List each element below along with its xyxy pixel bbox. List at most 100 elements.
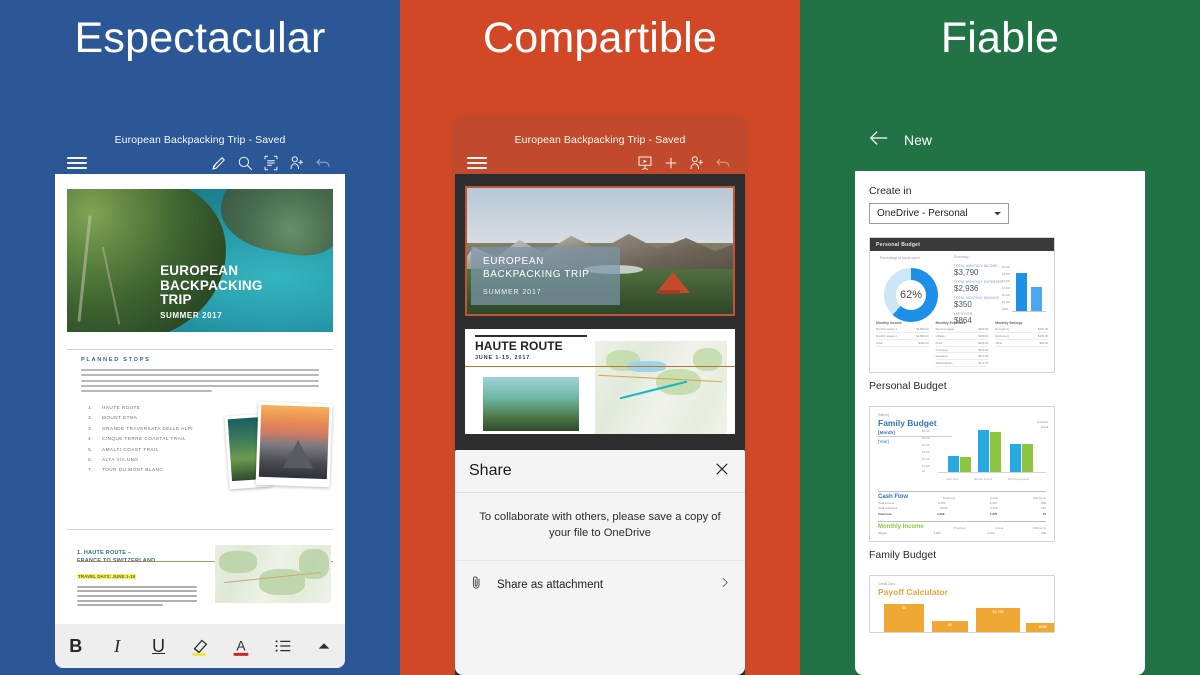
section-header: Monthly Income (878, 524, 924, 530)
ink-pen-icon[interactable] (206, 150, 232, 176)
thumb-title: Payoff Calculator (878, 587, 948, 597)
section-header: Cash Flow (878, 494, 909, 500)
polaroid-photos (224, 401, 333, 495)
underline-icon[interactable]: U (145, 631, 173, 661)
list-item: 2. MOUNT ETNA (88, 415, 138, 421)
table-row: Monthly wages 1 $1,800.00 (876, 327, 929, 334)
panel-excel: Fiable New Create in OneDrive - Personal (800, 0, 1200, 675)
chevron-up-icon[interactable] (310, 631, 338, 661)
slide-1-title-line2: BACKPACKING TRIP (483, 268, 590, 280)
headline-fiable: Fiable (940, 14, 1060, 62)
list-item: 6. ALTA VIA UNO (88, 456, 139, 462)
thumb-title-bar: Personal Budget (870, 238, 1054, 251)
template-thumbnail: Personal Budget Percentage of funds spen… (869, 237, 1055, 373)
word-document-page[interactable]: EUROPEAN BACKPACKING TRIP SUMMER 2017 PL… (55, 174, 345, 640)
slide-1-title-box: EUROPEAN BACKPACKING TRIP SUMMER 2017 (471, 247, 620, 306)
table-row: Subscriptions $117.00 (935, 361, 989, 367)
word-format-toolbar: B I U A (55, 624, 345, 668)
summary-caption: Summary (954, 255, 969, 259)
document-hero-image: EUROPEAN BACKPACKING TRIP SUMMER 2017 (67, 189, 333, 332)
hero-title-line1: EUROPEAN (160, 263, 239, 279)
slide-1-subtitle: SUMMER 2017 (483, 289, 542, 297)
panel-powerpoint: Compartible European Backpacking Trip - … (400, 0, 800, 675)
share-person-icon[interactable] (684, 150, 710, 176)
undo-icon[interactable] (710, 150, 736, 176)
highlighted-travel-days: TRAVEL DAYS: JUNE 1-15 (77, 574, 137, 580)
bar: $985 (1026, 623, 1054, 632)
excel-new-panel: Create in OneDrive - Personal Personal B… (855, 171, 1145, 675)
search-icon[interactable] (232, 150, 258, 176)
chevron-right-icon (718, 576, 731, 594)
back-arrow-icon[interactable] (868, 127, 890, 154)
template-thumbnail: Credit Card Payoff Calculator $0 $0 $1,7… (869, 575, 1055, 633)
template-thumbnail: [Name] Family Budget [Month] [Year] $7,0… (869, 406, 1055, 542)
bar: $0 (932, 621, 968, 632)
summary-bar-chart: $4,000 $3,500 $3,000 $2,500 $2,000 $1,500 $5… (1000, 266, 1048, 320)
phone-word: European Backpacking Trip - Saved EUROPE… (52, 114, 348, 675)
table-row: Monthly wages 2 $1,800.00 (876, 333, 929, 340)
template-family-budget[interactable]: [Name] Family Budget [Month] [Year] $7,0… (869, 406, 1055, 561)
list-item: 4. CINQUE TERRE COASTAL TRAIL (88, 436, 187, 442)
headline-compartible: Compartible (482, 14, 718, 62)
share-as-attachment-item[interactable]: Share as attachment (455, 561, 745, 609)
highlighter-icon[interactable] (186, 631, 214, 661)
table-row: Total cost 1,200 1,275 75 (878, 511, 1046, 516)
promo-stage: Espectacular European Backpacking Trip -… (0, 0, 1200, 675)
bold-icon[interactable]: B (62, 631, 90, 661)
paperclip-icon (469, 575, 484, 595)
slide-2[interactable]: HAUTE ROUTE JUNE 1-15, 2017 (465, 329, 735, 434)
template-caption: Personal Budget (869, 380, 947, 392)
hero-title-block: EUROPEAN BACKPACKING TRIP SUMMER 2017 (160, 264, 325, 320)
table-row: Utilities $180.00 (935, 333, 989, 340)
menu-icon[interactable] (464, 150, 490, 176)
table-row: Transport $240.00 (935, 347, 989, 354)
location-dropdown[interactable]: OneDrive - Personal (869, 203, 1009, 224)
donut-chart: 62% (884, 268, 938, 322)
present-icon[interactable] (632, 150, 658, 176)
polaroid-photo-matterhorn (255, 401, 333, 488)
thumb-name: Credit Card (878, 582, 896, 586)
route-map-image (215, 545, 331, 603)
hero-title-line3: TRIP (160, 292, 192, 308)
slide-accent-rule (465, 366, 735, 368)
bar: $1,764 (976, 608, 1020, 632)
share-person-icon[interactable] (284, 150, 310, 176)
table-row: Other $50.00 (995, 340, 1049, 347)
nav-title: New (904, 132, 933, 148)
share-title: Share (469, 462, 512, 479)
template-personal-budget[interactable]: Personal Budget Percentage of funds spen… (869, 237, 1055, 392)
section2-paragraph (77, 585, 197, 607)
italic-icon[interactable]: I (103, 631, 131, 661)
template-caption: Family Budget (869, 549, 937, 561)
slide-1[interactable]: EUROPEAN BACKPACKING TRIP SUMMER 2017 (465, 186, 735, 316)
slide-1-title-line1: EUROPEAN (483, 256, 544, 268)
donut-caption: Percentage of funds spent (880, 256, 920, 260)
monthly-income-section: Monthly Income Projected Actual Differen… (878, 521, 1046, 536)
table-row: Emergency $200.00 (995, 327, 1049, 334)
bullet-list-icon[interactable] (269, 631, 297, 661)
slide-2-title: HAUTE ROUTE (475, 339, 563, 353)
share-sheet-header: Share (455, 450, 745, 493)
table-monthly-income: Monthly Income Monthly wages 1 $1,800.00 … (876, 321, 929, 367)
payoff-bar-chart: $0 $0 $1,764 $985 (880, 600, 1054, 632)
table-header: Monthly Expenses (935, 320, 966, 325)
family-budget-chart: $7,000 $6,000 $5,000 $4,000 $3,000 $2,000 $… (922, 421, 1048, 481)
table-row: Insurance $210.00 (935, 354, 989, 361)
ppt-titlebar: European Backpacking Trip - Saved (514, 134, 686, 146)
section2-line1: 1. HAUTE ROUTE – (77, 550, 132, 556)
list-item: 3. GRANDE TRAVERSATA DELLE ALPI (88, 425, 194, 431)
hero-divider (67, 349, 333, 350)
headline-espectacular: Espectacular (74, 14, 326, 62)
menu-icon[interactable] (64, 150, 90, 176)
font-color-icon[interactable]: A (227, 631, 255, 661)
phone-excel: New Create in OneDrive - Personal Person… (852, 114, 1148, 675)
undo-icon[interactable] (310, 150, 336, 176)
table-row: Other $190.00 (876, 340, 929, 347)
slide-2-photo (483, 377, 579, 431)
plus-icon[interactable] (658, 150, 684, 176)
read-layout-icon[interactable] (258, 150, 284, 176)
share-sheet: Share To collaborate with others, please… (455, 450, 745, 675)
close-icon[interactable] (713, 460, 731, 483)
list-item: 7. TOUR DU MONT BLANC (88, 467, 164, 473)
template-credit-card-payoff[interactable]: Credit Card Payoff Calculator $0 $0 $1,7… (869, 575, 1055, 633)
